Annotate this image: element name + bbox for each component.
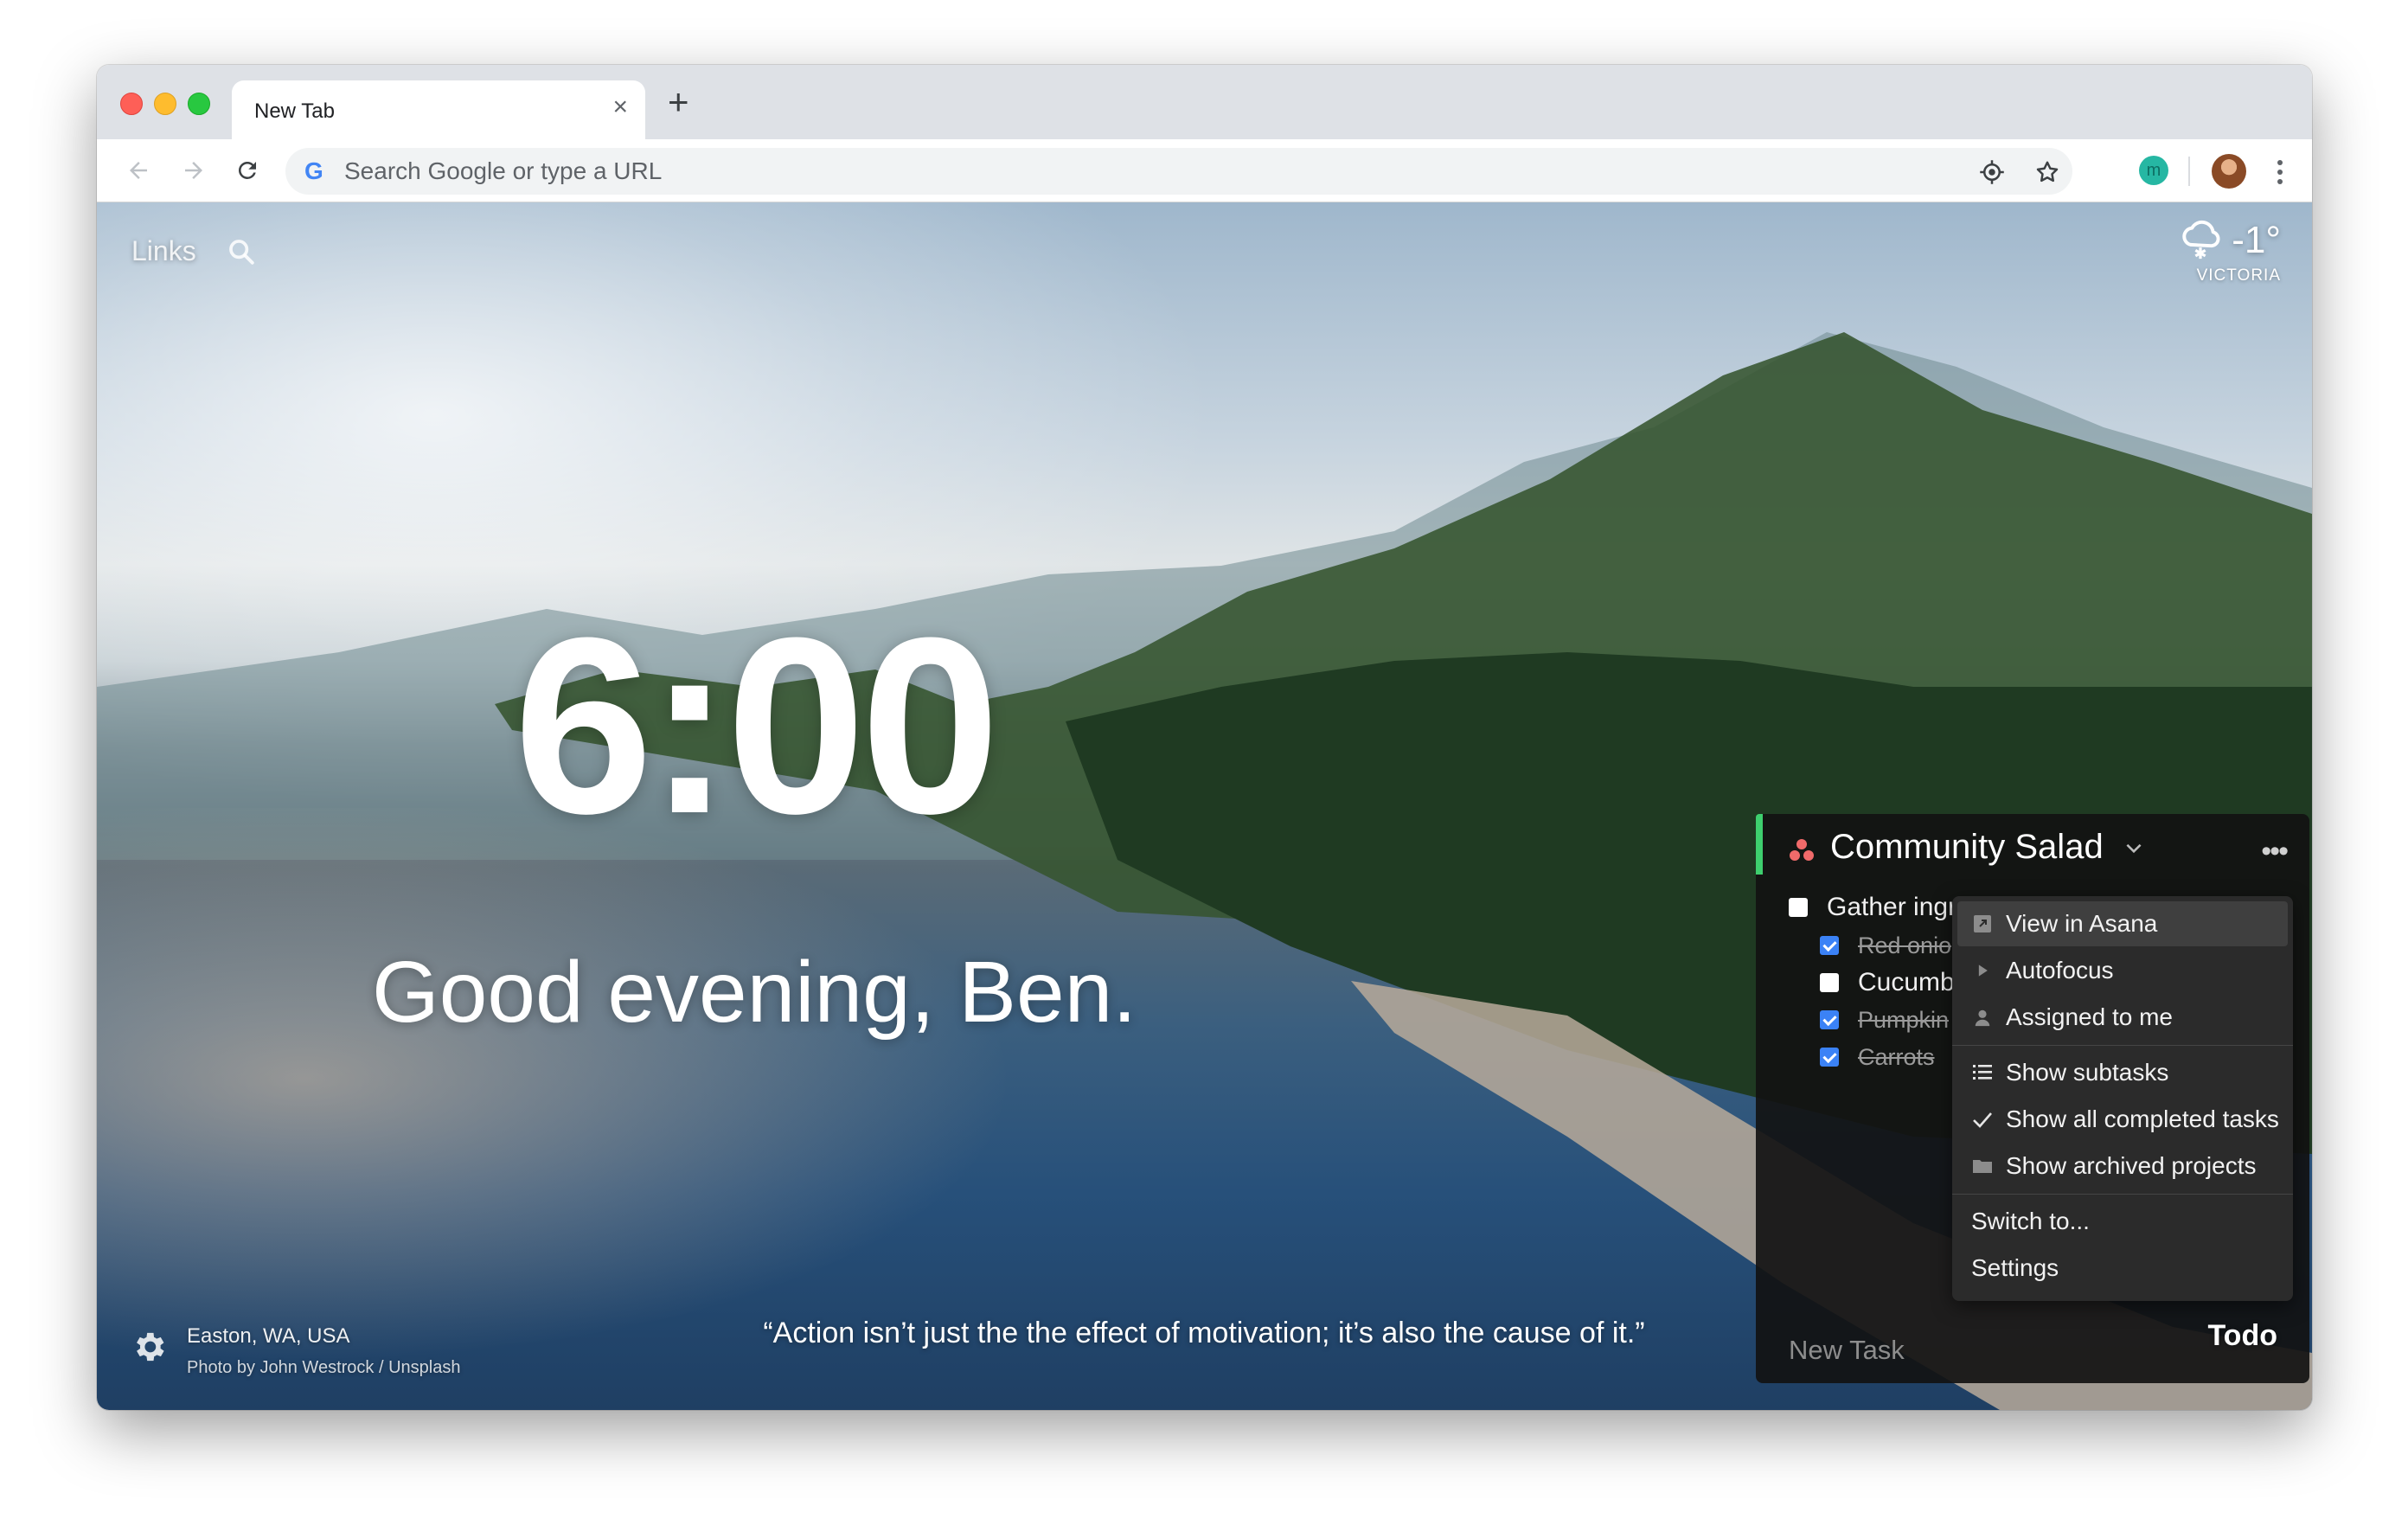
menu-item-label: Show subtasks	[2006, 1059, 2169, 1086]
task-label: Carrots	[1858, 1043, 1935, 1070]
close-window-button[interactable]	[120, 93, 143, 115]
menu-item-show-archived[interactable]: Show archived projects	[1957, 1144, 2288, 1189]
project-title[interactable]: Community Salad	[1830, 828, 2104, 867]
menu-divider	[1952, 1194, 2293, 1195]
asana-icon	[1790, 839, 1814, 861]
clock: 6:00	[513, 586, 1000, 866]
task-checkbox[interactable]	[1820, 1010, 1839, 1029]
menu-item-show-subtasks[interactable]: Show subtasks	[1957, 1050, 2288, 1095]
menu-item-label: Show all completed tasks	[2006, 1105, 2279, 1132]
list-icon	[1971, 1061, 1994, 1084]
snow-cloud-icon	[2182, 220, 2220, 260]
check-icon	[1971, 1108, 1994, 1131]
task-checkbox[interactable]	[1820, 936, 1839, 955]
new-tab-button[interactable]: +	[668, 84, 689, 120]
menu-item-autofocus[interactable]: Autofocus	[1957, 948, 2288, 993]
chrome-menu-icon[interactable]	[2270, 155, 2290, 189]
person-icon	[1971, 1006, 1994, 1029]
task-label: Red onio	[1858, 932, 1952, 958]
toolbar: G m	[97, 139, 2312, 202]
panel-more-icon[interactable]: •••	[2261, 835, 2289, 868]
weather-location: VICTORIA	[2196, 266, 2281, 285]
menu-item-label: Settings	[1971, 1254, 2059, 1281]
profile-avatar[interactable]	[2212, 154, 2246, 189]
chevron-down-icon[interactable]	[2123, 836, 2145, 859]
task-label: Pumpkin	[1858, 1006, 1950, 1033]
weather-temperature: -1°	[2232, 219, 2281, 261]
forward-arrow-icon	[185, 162, 202, 179]
task-item[interactable]: Gather ingr	[1789, 890, 1979, 925]
photo-location[interactable]: Easton, WA, USA	[187, 1324, 350, 1349]
links-button[interactable]: Links	[131, 235, 196, 267]
project-options-menu: View in Asana Autofocus Assigned to me S	[1952, 896, 2293, 1301]
tab-title: New Tab	[254, 99, 335, 123]
todo-button[interactable]: Todo	[2207, 1319, 2277, 1353]
location-target-icon[interactable]	[1979, 159, 2005, 185]
project-accent-bar	[1756, 814, 1763, 875]
menu-item-label: View in Asana	[2006, 910, 2158, 937]
menu-item-settings[interactable]: Settings	[1957, 1246, 2288, 1291]
back-arrow-icon	[130, 162, 147, 179]
new-tab-dashboard: Links -1° VICTORIA 6:00 Good evening, Be…	[97, 202, 2312, 1410]
search-icon[interactable]	[227, 237, 256, 266]
minimize-window-button[interactable]	[154, 93, 176, 115]
reload-button[interactable]	[228, 151, 266, 189]
maximize-window-button[interactable]	[188, 93, 210, 115]
new-task-input[interactable]	[1789, 1333, 2135, 1368]
play-icon	[1971, 959, 1994, 982]
omnibox[interactable]: G	[285, 148, 2072, 195]
folder-icon	[1971, 1155, 1994, 1177]
menu-item-label: Show archived projects	[2006, 1152, 2257, 1179]
weather-widget[interactable]: -1° VICTORIA	[2178, 218, 2281, 285]
omnibox-input[interactable]	[344, 148, 1901, 195]
extension-icon[interactable]: m	[2139, 156, 2168, 185]
google-icon: G	[304, 157, 323, 184]
menu-divider	[1952, 1045, 2293, 1046]
photo-credit[interactable]: Photo by John Westrock / Unsplash	[187, 1358, 460, 1378]
toolbar-divider	[2188, 157, 2190, 186]
task-label: Gather ingr	[1827, 893, 1957, 921]
menu-item-switch-to[interactable]: Switch to...	[1957, 1199, 2288, 1244]
back-button[interactable]	[119, 151, 157, 189]
forward-button[interactable]	[175, 151, 213, 189]
gear-icon[interactable]	[130, 1328, 168, 1366]
daily-quote[interactable]: “Action isn’t just the the effect of mot…	[581, 1317, 1827, 1350]
greeting: Good evening, Ben.	[372, 944, 1137, 1041]
tab-close-icon[interactable]: ×	[612, 93, 628, 122]
reload-icon	[239, 162, 256, 179]
tab-new-tab[interactable]: New Tab ×	[232, 80, 645, 139]
task-checkbox[interactable]	[1820, 973, 1839, 992]
menu-item-show-all-completed[interactable]: Show all completed tasks	[1957, 1097, 2288, 1142]
menu-item-label: Assigned to me	[2006, 1003, 2173, 1030]
external-link-icon	[1971, 913, 1994, 935]
bookmark-star-icon[interactable]	[2034, 159, 2060, 185]
tab-strip: New Tab × +	[97, 65, 2312, 139]
menu-item-label: Autofocus	[2006, 957, 2114, 984]
menu-item-view-in-asana[interactable]: View in Asana	[1957, 901, 2288, 946]
task-checkbox[interactable]	[1820, 1048, 1839, 1067]
menu-item-label: Switch to...	[1971, 1208, 2090, 1234]
browser-window: New Tab × + G m	[97, 65, 2312, 1410]
menu-item-assigned-to-me[interactable]: Assigned to me	[1957, 995, 2288, 1040]
task-checkbox[interactable]	[1789, 898, 1808, 917]
